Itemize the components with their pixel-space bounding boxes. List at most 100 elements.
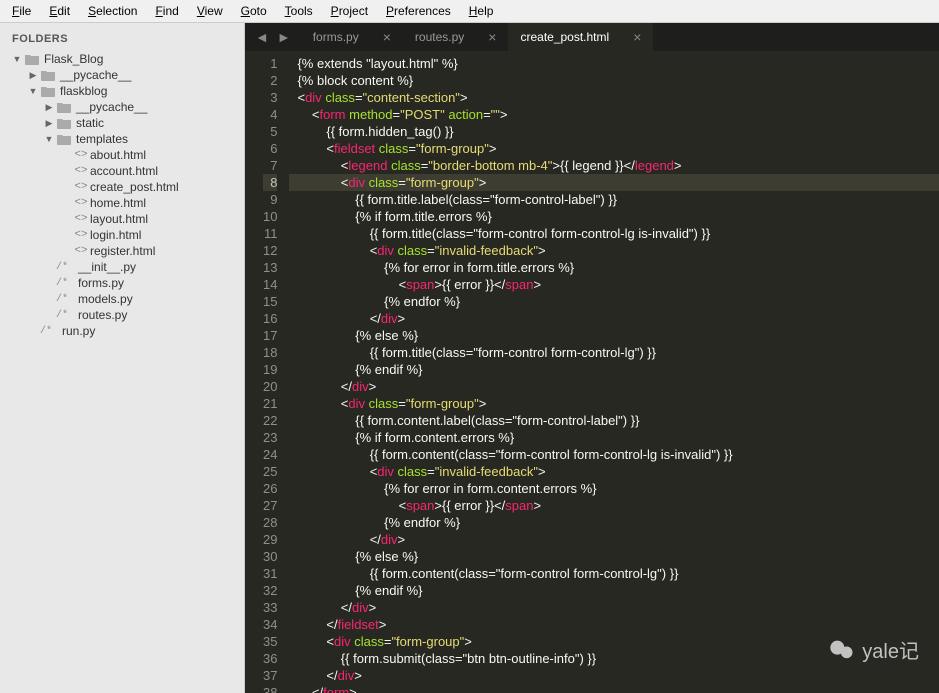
menu-help[interactable]: Help bbox=[461, 2, 502, 20]
menu-selection[interactable]: Selection bbox=[80, 2, 145, 20]
code-area[interactable]: 1234567891011121314151617181920212223242… bbox=[245, 51, 939, 693]
code-line[interactable]: <form method="POST" action=""> bbox=[289, 106, 939, 123]
folder-__pycache__[interactable]: ▶__pycache__ bbox=[4, 67, 240, 83]
line-number: 9 bbox=[263, 191, 277, 208]
code-line[interactable]: </div> bbox=[289, 310, 939, 327]
expand-arrow-icon[interactable]: ▶ bbox=[44, 102, 54, 113]
code-line[interactable]: </div> bbox=[289, 667, 939, 684]
expand-arrow-icon[interactable]: ▼ bbox=[12, 54, 22, 64]
code-line[interactable]: {% block content %} bbox=[289, 72, 939, 89]
tab-forms-py[interactable]: forms.py× bbox=[301, 23, 403, 51]
tree-label: layout.html bbox=[90, 212, 148, 226]
py-icon: /* bbox=[56, 278, 78, 289]
code-line[interactable]: {{ form.content.label(class="form-contro… bbox=[289, 412, 939, 429]
code-line[interactable]: </div> bbox=[289, 599, 939, 616]
file-about.html[interactable]: <>about.html bbox=[4, 147, 240, 163]
expand-arrow-icon[interactable]: ▶ bbox=[28, 70, 38, 81]
menu-find[interactable]: Find bbox=[147, 2, 186, 20]
code-line[interactable]: <legend class="border-bottom mb-4">{{ le… bbox=[289, 157, 939, 174]
folder-icon bbox=[56, 132, 72, 146]
tab-routes-py[interactable]: routes.py× bbox=[403, 23, 509, 51]
tab-next-icon[interactable]: ► bbox=[273, 29, 295, 45]
code-line[interactable]: {{ form.title(class="form-control form-c… bbox=[289, 225, 939, 242]
folder-flaskblog[interactable]: ▼flaskblog bbox=[4, 83, 240, 99]
tab-close-icon[interactable]: × bbox=[488, 29, 496, 45]
code-line[interactable]: {% endfor %} bbox=[289, 514, 939, 531]
code-line[interactable]: {% for error in form.title.errors %} bbox=[289, 259, 939, 276]
sidebar: FOLDERS ▼Flask_Blog▶__pycache__▼flaskblo… bbox=[0, 23, 245, 693]
code-line[interactable]: {% if form.content.errors %} bbox=[289, 429, 939, 446]
code-line[interactable]: <span>{{ error }}</span> bbox=[289, 497, 939, 514]
tab-close-icon[interactable]: × bbox=[383, 29, 391, 45]
line-number: 7 bbox=[263, 157, 277, 174]
folder-flask_blog[interactable]: ▼Flask_Blog bbox=[4, 51, 240, 67]
menu-view[interactable]: View bbox=[189, 2, 231, 20]
line-number: 6 bbox=[263, 140, 277, 157]
folder-icon bbox=[40, 84, 56, 98]
folder-templates[interactable]: ▼ templates bbox=[4, 131, 240, 147]
tree-label: static bbox=[76, 116, 104, 130]
file-models.py[interactable]: /*models.py bbox=[4, 291, 240, 307]
expand-arrow-icon[interactable]: ▶ bbox=[44, 118, 54, 129]
code-line[interactable]: {% if form.title.errors %} bbox=[289, 208, 939, 225]
tree-label: register.html bbox=[90, 244, 155, 258]
tab-create_post-html[interactable]: create_post.html× bbox=[508, 23, 653, 51]
tab-nav: ◄ ► bbox=[245, 29, 301, 45]
menu-tools[interactable]: Tools bbox=[277, 2, 321, 20]
tab-close-icon[interactable]: × bbox=[633, 29, 641, 45]
line-number: 11 bbox=[263, 225, 277, 242]
file-routes.py[interactable]: /*routes.py bbox=[4, 307, 240, 323]
code-line[interactable]: <div class="form-group"> bbox=[289, 174, 939, 191]
tree-label: templates bbox=[76, 132, 128, 146]
code-line[interactable]: <fieldset class="form-group"> bbox=[289, 140, 939, 157]
menu-edit[interactable]: Edit bbox=[41, 2, 78, 20]
menu-goto[interactable]: Goto bbox=[233, 2, 275, 20]
code-line[interactable]: <div class="content-section"> bbox=[289, 89, 939, 106]
code-line[interactable]: {% for error in form.content.errors %} bbox=[289, 480, 939, 497]
code-line[interactable]: <div class="invalid-feedback"> bbox=[289, 242, 939, 259]
code-line[interactable]: {{ form.title.label(class="form-control-… bbox=[289, 191, 939, 208]
code-line[interactable]: {{ form.title(class="form-control form-c… bbox=[289, 344, 939, 361]
file-create_post.html[interactable]: <>create_post.html bbox=[4, 179, 240, 195]
editor-area: ◄ ► forms.py×routes.py×create_post.html×… bbox=[245, 23, 939, 693]
code-line[interactable]: {% else %} bbox=[289, 327, 939, 344]
file-run.py[interactable]: /*run.py bbox=[4, 323, 240, 339]
tree-label: __init__.py bbox=[78, 260, 136, 274]
line-number: 23 bbox=[263, 429, 277, 446]
folder-__pycache__[interactable]: ▶__pycache__ bbox=[4, 99, 240, 115]
code-line[interactable]: {% else %} bbox=[289, 548, 939, 565]
line-number: 2 bbox=[263, 72, 277, 89]
file-__init__.py[interactable]: /*__init__.py bbox=[4, 259, 240, 275]
code-line[interactable]: {% endif %} bbox=[289, 582, 939, 599]
menu-file[interactable]: File bbox=[4, 2, 39, 20]
code-line[interactable]: </fieldset> bbox=[289, 616, 939, 633]
expand-arrow-icon[interactable]: ▼ bbox=[44, 134, 54, 144]
code-line[interactable]: </div> bbox=[289, 531, 939, 548]
tab-prev-icon[interactable]: ◄ bbox=[251, 29, 273, 45]
code-line[interactable]: </div> bbox=[289, 378, 939, 395]
file-login.html[interactable]: <>login.html bbox=[4, 227, 240, 243]
line-number: 13 bbox=[263, 259, 277, 276]
code-line[interactable]: {{ form.content(class="form-control form… bbox=[289, 446, 939, 463]
file-forms.py[interactable]: /*forms.py bbox=[4, 275, 240, 291]
code-line[interactable]: <div class="invalid-feedback"> bbox=[289, 463, 939, 480]
code-line[interactable]: {% endfor %} bbox=[289, 293, 939, 310]
code-line[interactable]: {{ form.hidden_tag() }} bbox=[289, 123, 939, 140]
code-content[interactable]: {% extends "layout.html" %}{% block cont… bbox=[289, 51, 939, 693]
file-account.html[interactable]: <>account.html bbox=[4, 163, 240, 179]
watermark: yale记 bbox=[828, 635, 919, 664]
code-line[interactable]: {% endif %} bbox=[289, 361, 939, 378]
tree-label: run.py bbox=[62, 324, 95, 338]
line-number: 30 bbox=[263, 548, 277, 565]
code-line[interactable]: {{ form.content(class="form-control form… bbox=[289, 565, 939, 582]
file-home.html[interactable]: <>home.html bbox=[4, 195, 240, 211]
expand-arrow-icon[interactable]: ▼ bbox=[28, 86, 38, 96]
file-register.html[interactable]: <>register.html bbox=[4, 243, 240, 259]
folder-static[interactable]: ▶ static bbox=[4, 115, 240, 131]
file-layout.html[interactable]: <>layout.html bbox=[4, 211, 240, 227]
code-line[interactable]: <div class="form-group"> bbox=[289, 395, 939, 412]
code-line[interactable]: <span>{{ error }}</span> bbox=[289, 276, 939, 293]
menu-preferences[interactable]: Preferences bbox=[378, 2, 459, 20]
code-line[interactable]: {% extends "layout.html" %} bbox=[289, 55, 939, 72]
menu-project[interactable]: Project bbox=[323, 2, 376, 20]
